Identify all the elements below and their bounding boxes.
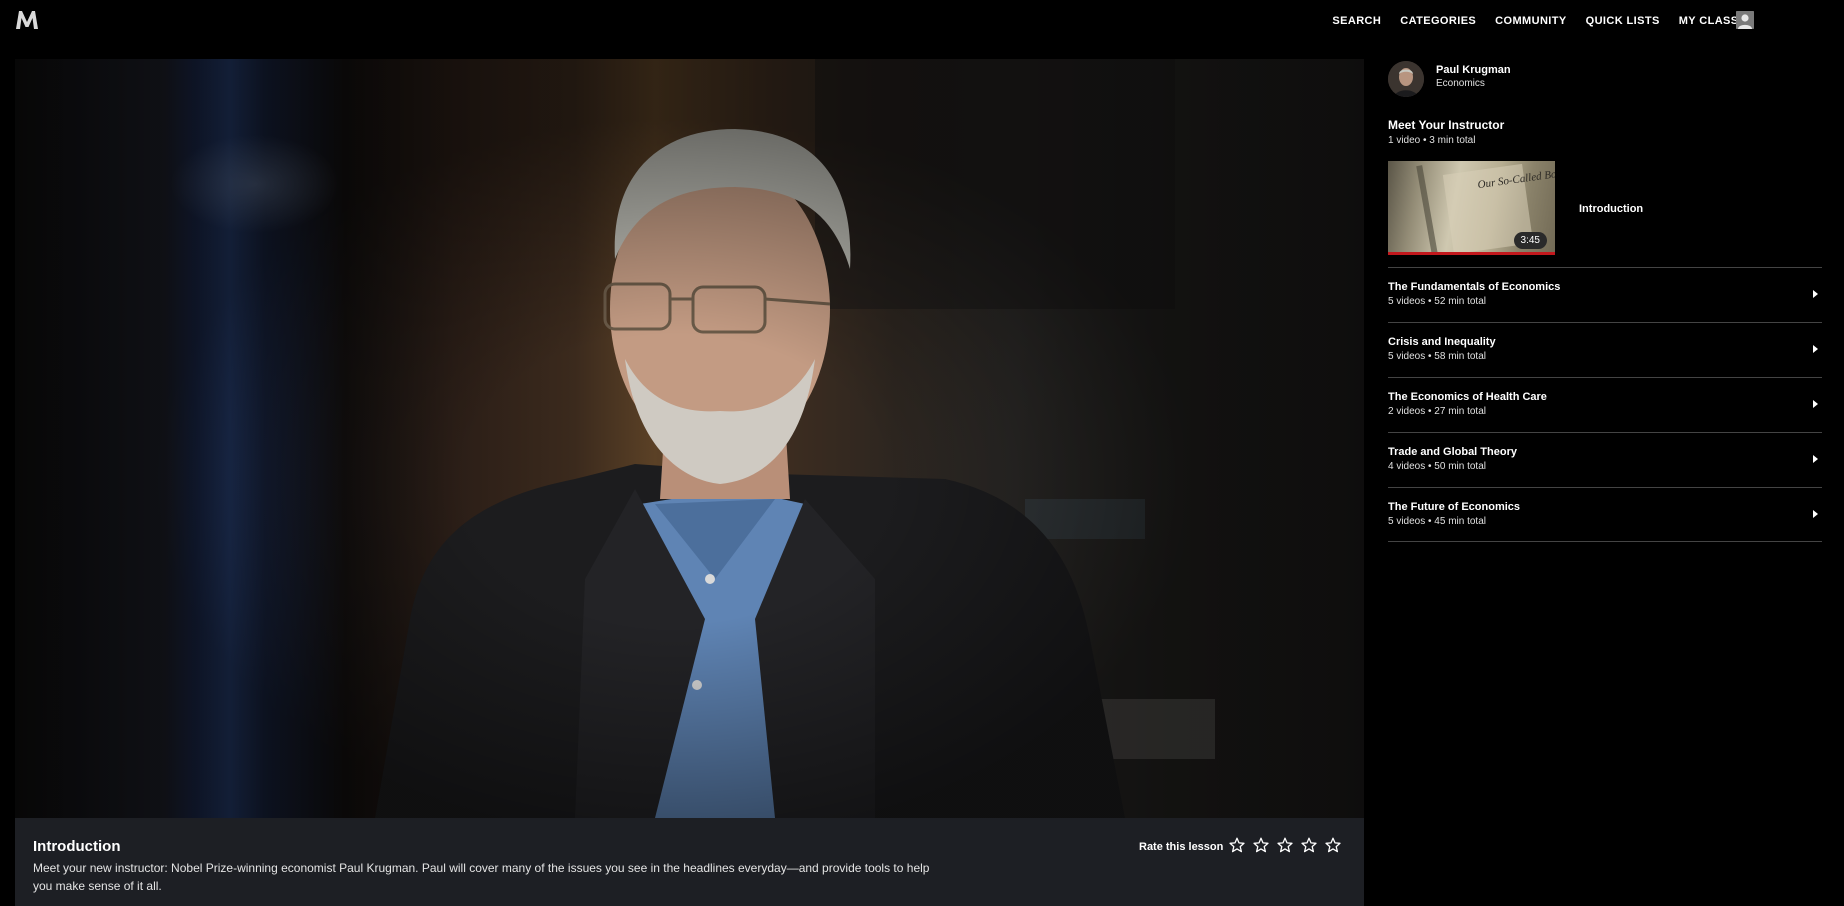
user-avatar-icon[interactable] — [1736, 11, 1754, 29]
chapter-meta: 4 videos • 50 min total — [1388, 461, 1486, 472]
chevron-right-icon — [1813, 400, 1818, 408]
top-navigation-bar: SEARCH CATEGORIES COMMUNITY QUICK LISTS … — [0, 0, 1844, 42]
chapter-item-crisis-inequality[interactable]: Crisis and Inequality 5 videos • 58 min … — [1388, 322, 1822, 377]
chapter-title: Crisis and Inequality — [1388, 336, 1496, 348]
lesson-thumbnail: Our So-Called Boom 3:45 — [1388, 161, 1555, 255]
nav-community[interactable]: COMMUNITY — [1495, 15, 1566, 27]
current-chapter-header: Meet Your Instructor 1 video • 3 min tot… — [1388, 118, 1504, 146]
star-icon-3[interactable] — [1277, 837, 1293, 853]
instructor-header[interactable]: Paul Krugman Economics — [1388, 59, 1822, 99]
m-logo-icon[interactable] — [14, 7, 40, 33]
chapter-list: The Fundamentals of Economics 5 videos •… — [1388, 267, 1822, 542]
lesson-duration-badge: 3:45 — [1513, 232, 1547, 249]
star-icon-5[interactable] — [1325, 837, 1341, 853]
star-icon-1[interactable] — [1229, 837, 1245, 853]
chapter-title: The Future of Economics — [1388, 501, 1521, 513]
lesson-description: Meet your new instructor: Nobel Prize-wi… — [33, 861, 930, 893]
chapter-item-future[interactable]: The Future of Economics 5 videos • 45 mi… — [1388, 487, 1822, 542]
chapter-item-fundamentals[interactable]: The Fundamentals of Economics 5 videos •… — [1388, 267, 1822, 322]
lesson-item-introduction[interactable]: Our So-Called Boom 3:45 Introduction — [1388, 161, 1822, 255]
chapter-item-health-care[interactable]: The Economics of Health Care 2 videos • … — [1388, 377, 1822, 432]
chevron-right-icon — [1813, 290, 1818, 298]
chapter-meta: 5 videos • 58 min total — [1388, 351, 1486, 362]
rating-stars — [1229, 837, 1341, 853]
chapter-title: The Economics of Health Care — [1388, 391, 1547, 403]
chapter-title: Trade and Global Theory — [1388, 446, 1517, 458]
video-frame-instructor — [375, 59, 1215, 818]
instructor-subject: Economics — [1436, 78, 1485, 89]
chapter-meta: 5 videos • 52 min total — [1388, 296, 1486, 307]
instructor-name: Paul Krugman — [1436, 64, 1511, 76]
nav-search[interactable]: SEARCH — [1332, 15, 1381, 27]
lesson-info-panel: Introduction Meet your new instructor: N… — [15, 818, 1364, 906]
nav-quick-lists[interactable]: QUICK LISTS — [1586, 15, 1660, 27]
lesson-label: Introduction — [1579, 203, 1644, 215]
lesson-title: Introduction — [33, 838, 121, 855]
nav-categories[interactable]: CATEGORIES — [1400, 15, 1476, 27]
video-player[interactable] — [15, 59, 1364, 818]
star-icon-4[interactable] — [1301, 837, 1317, 853]
chevron-right-icon — [1813, 455, 1818, 463]
chapter-meta: 2 videos • 27 min total — [1388, 406, 1486, 417]
course-sidebar: Paul Krugman Economics Meet Your Instruc… — [1388, 59, 1822, 542]
chapter-item-trade-global[interactable]: Trade and Global Theory 4 videos • 50 mi… — [1388, 432, 1822, 487]
instructor-avatar — [1388, 61, 1424, 97]
current-chapter-title: Meet Your Instructor — [1388, 118, 1505, 132]
current-chapter-meta: 1 video • 3 min total — [1388, 135, 1476, 146]
star-icon-2[interactable] — [1253, 837, 1269, 853]
chapter-meta: 5 videos • 45 min total — [1388, 516, 1486, 527]
main-nav: SEARCH CATEGORIES COMMUNITY QUICK LISTS … — [1332, 0, 1754, 42]
chapter-title: The Fundamentals of Economics — [1388, 281, 1561, 293]
watch-progress-bar — [1388, 252, 1555, 255]
chevron-right-icon — [1813, 510, 1818, 518]
chevron-right-icon — [1813, 345, 1818, 353]
rate-lesson-label: Rate this lesson — [1139, 841, 1224, 853]
